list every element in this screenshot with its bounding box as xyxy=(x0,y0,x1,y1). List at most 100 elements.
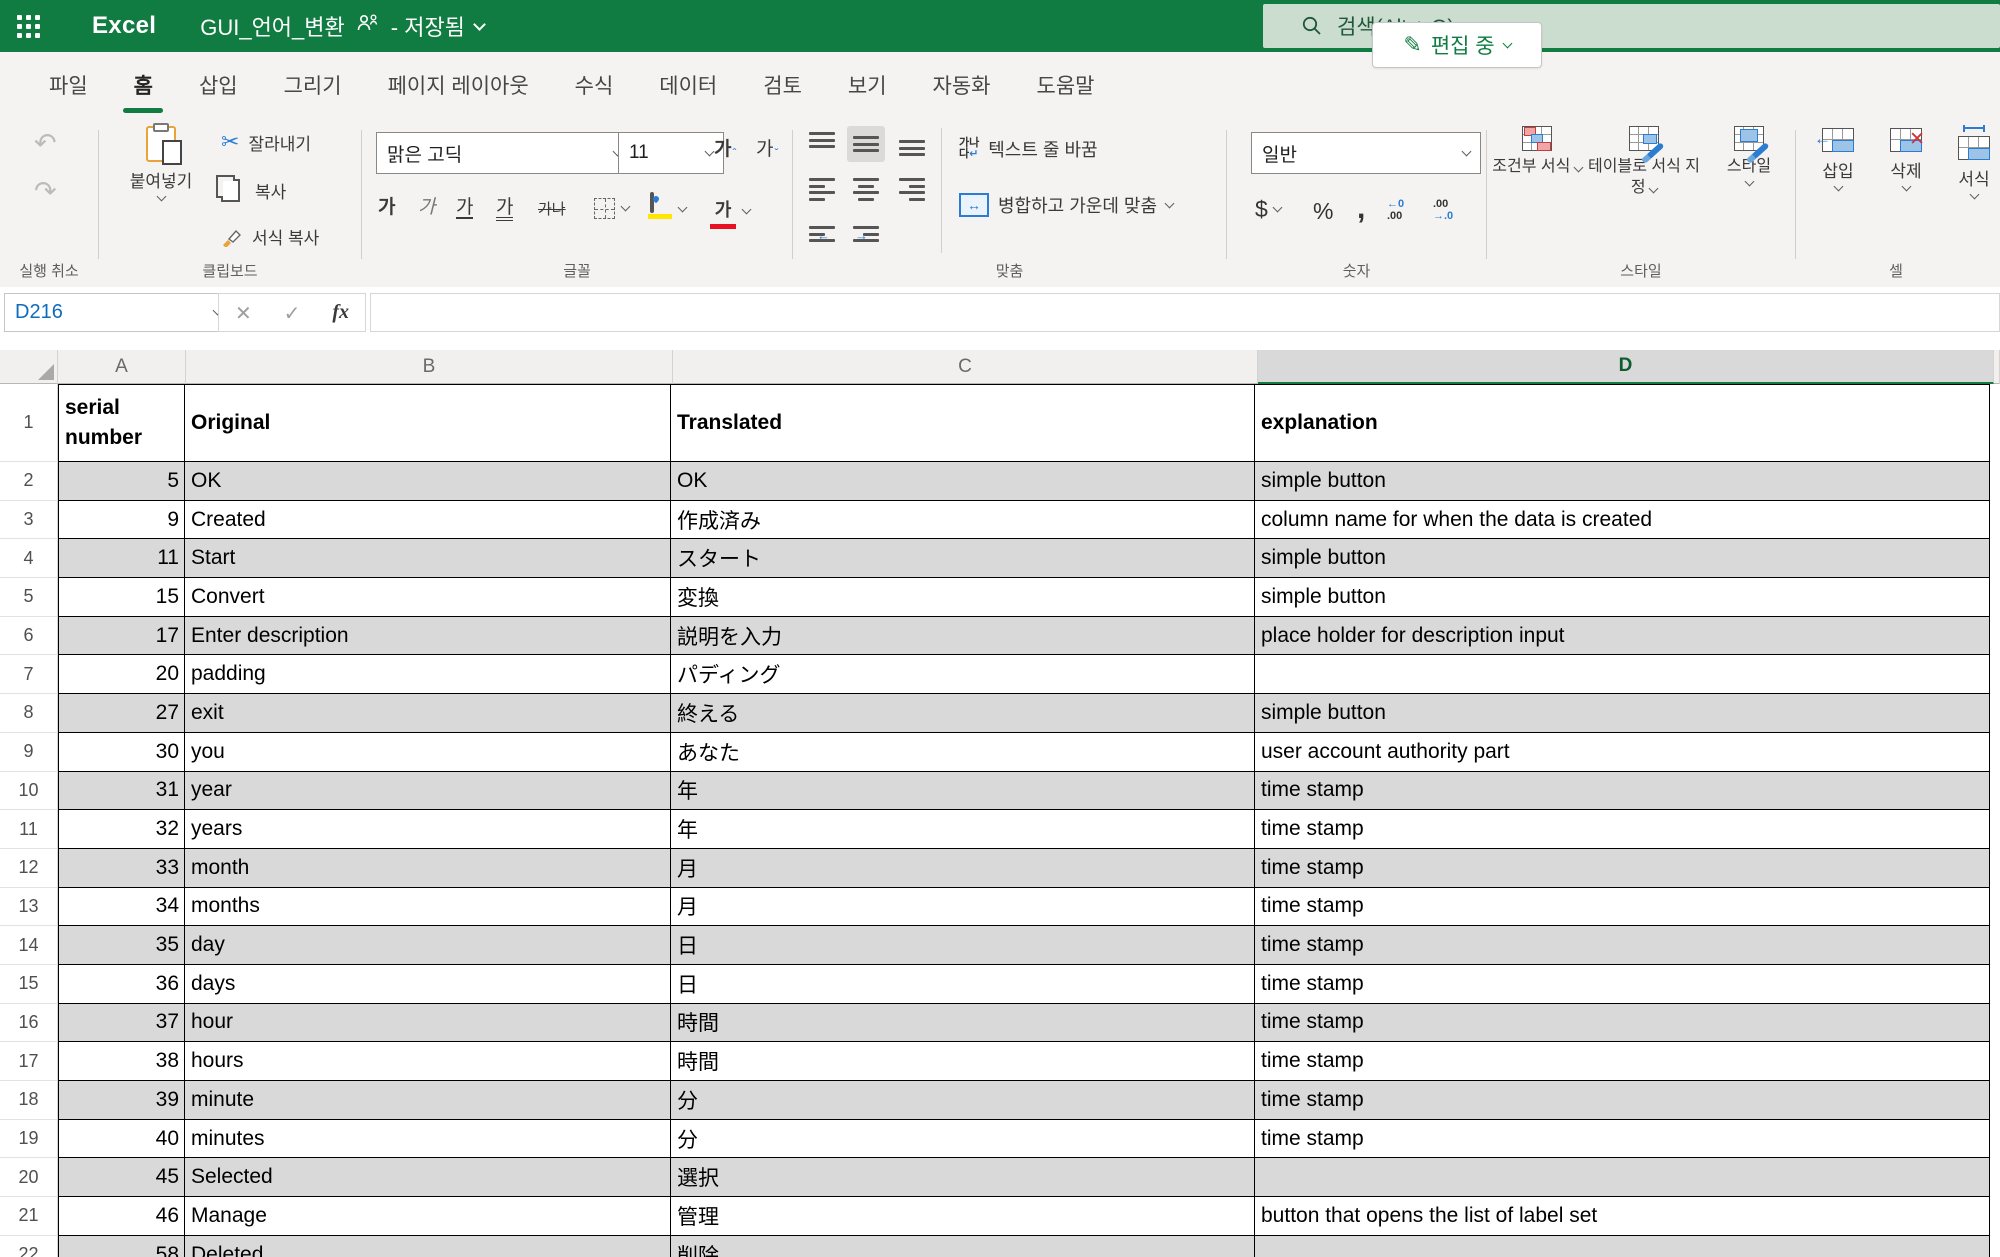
cell-translated[interactable]: 分 xyxy=(671,1081,1255,1120)
grow-font-button[interactable]: 가ˆ xyxy=(714,140,736,159)
cell-serial-number[interactable]: 20 xyxy=(58,655,185,694)
currency-format-button[interactable]: $ xyxy=(1255,196,1281,223)
cell-serial-number[interactable]: 35 xyxy=(58,926,185,965)
cell-serial-number[interactable]: 40 xyxy=(58,1120,185,1159)
cell-extra[interactable] xyxy=(1990,1158,2000,1197)
cell-original[interactable]: Convert xyxy=(185,578,671,617)
column-header-e-sliver[interactable] xyxy=(1994,350,2000,384)
number-format-dropdown[interactable]: 일반 xyxy=(1251,132,1481,174)
cell-explanation[interactable] xyxy=(1255,1158,1990,1197)
cell-explanation[interactable]: time stamp xyxy=(1255,1042,1990,1081)
redo-button[interactable]: ↷ xyxy=(34,178,57,205)
cell-serial-number[interactable]: 33 xyxy=(58,849,185,888)
wrap-text-button[interactable]: 가나 다↵ 텍스트 줄 바꿈 xyxy=(959,136,1098,162)
file-name[interactable]: GUI_언어_변환 xyxy=(200,10,345,42)
row-number[interactable]: 10 xyxy=(0,772,58,811)
cell-original[interactable]: Created xyxy=(185,501,671,540)
row-number[interactable]: 22 xyxy=(0,1236,58,1257)
format-painter-button[interactable]: 서식 복사 xyxy=(221,224,319,249)
cell-translated[interactable]: パディング xyxy=(671,655,1255,694)
cell-serial-number[interactable]: 9 xyxy=(58,501,185,540)
underline-button[interactable]: 가 xyxy=(456,198,473,219)
cell-serial-number[interactable]: 58 xyxy=(58,1236,185,1257)
format-cells-button[interactable]: 서식 xyxy=(1944,128,2000,198)
cell-original[interactable]: months xyxy=(185,888,671,927)
cell-translated[interactable]: 月 xyxy=(671,849,1255,888)
cell-explanation[interactable]: simple button xyxy=(1255,539,1990,578)
font-size-dropdown[interactable]: 11 xyxy=(618,132,724,174)
cell-explanation[interactable]: time stamp xyxy=(1255,810,1990,849)
tab-4[interactable]: 페이지 레이아웃 xyxy=(365,52,552,118)
cell-translated[interactable]: 管理 xyxy=(671,1197,1255,1236)
undo-button[interactable]: ↶ xyxy=(34,130,57,157)
cell-original[interactable]: Selected xyxy=(185,1158,671,1197)
cell-serial-number[interactable]: 36 xyxy=(58,965,185,1004)
formula-input[interactable] xyxy=(370,293,2000,332)
merge-center-button[interactable]: ↔ 병합하고 가운데 맞춤 xyxy=(959,192,1173,218)
cell-translated[interactable]: 年 xyxy=(671,810,1255,849)
cell-extra[interactable] xyxy=(1990,888,2000,927)
chevron-down-icon[interactable] xyxy=(473,18,486,31)
cell-extra[interactable] xyxy=(1990,578,2000,617)
decrease-decimal-button[interactable]: .00→.0 xyxy=(1433,198,1453,222)
cell-explanation[interactable] xyxy=(1255,655,1990,694)
align-right-button[interactable] xyxy=(899,178,925,201)
shrink-font-button[interactable]: 가ˇ xyxy=(756,140,778,159)
tab-9[interactable]: 자동화 xyxy=(910,52,1014,118)
cell-explanation[interactable]: time stamp xyxy=(1255,849,1990,888)
borders-button[interactable] xyxy=(594,198,629,219)
cell-original[interactable]: year xyxy=(185,772,671,811)
tab-5[interactable]: 수식 xyxy=(552,52,637,118)
cell-explanation[interactable]: time stamp xyxy=(1255,888,1990,927)
row-number[interactable]: 2 xyxy=(0,462,58,501)
align-center-button[interactable] xyxy=(853,178,879,201)
cell-extra[interactable] xyxy=(1990,655,2000,694)
cell-serial-number[interactable]: 32 xyxy=(58,810,185,849)
tab-8[interactable]: 보기 xyxy=(825,52,910,118)
cell-serial-number[interactable]: 45 xyxy=(58,1158,185,1197)
share-people-icon[interactable] xyxy=(355,13,381,39)
cell-serial-number[interactable]: 5 xyxy=(58,462,185,501)
tab-2[interactable]: 삽입 xyxy=(176,52,261,118)
editing-mode-button[interactable]: ✎ 편집 중 xyxy=(1372,22,1542,68)
cell-explanation[interactable]: time stamp xyxy=(1255,1120,1990,1159)
column-header-c[interactable]: C xyxy=(673,350,1258,384)
insert-cells-button[interactable]: ← 삽입 xyxy=(1808,128,1868,190)
column-header-a[interactable]: A xyxy=(58,350,186,384)
cell-original[interactable]: Start xyxy=(185,539,671,578)
row-number[interactable]: 1 xyxy=(0,384,58,462)
cell-original[interactable]: years xyxy=(185,810,671,849)
row-number[interactable]: 21 xyxy=(0,1197,58,1236)
cell-original[interactable]: hour xyxy=(185,1004,671,1043)
header-serial-number[interactable]: serial number xyxy=(58,384,185,462)
row-number[interactable]: 18 xyxy=(0,1081,58,1120)
cell-explanation[interactable]: time stamp xyxy=(1255,965,1990,1004)
cell-explanation[interactable]: place holder for description input xyxy=(1255,617,1990,656)
row-number[interactable]: 15 xyxy=(0,965,58,1004)
cell-explanation[interactable]: simple button xyxy=(1255,694,1990,733)
cell-original[interactable]: Enter description xyxy=(185,617,671,656)
row-number[interactable]: 20 xyxy=(0,1158,58,1197)
cell-serial-number[interactable]: 31 xyxy=(58,772,185,811)
cell-explanation[interactable]: simple button xyxy=(1255,462,1990,501)
cell-original[interactable]: minute xyxy=(185,1081,671,1120)
row-number[interactable]: 17 xyxy=(0,1042,58,1081)
cell-extra[interactable] xyxy=(1990,810,2000,849)
cell-explanation[interactable]: simple button xyxy=(1255,578,1990,617)
font-color-button[interactable]: 가 xyxy=(710,196,750,229)
cell-serial-number[interactable]: 17 xyxy=(58,617,185,656)
strikethrough-button[interactable]: 가나 xyxy=(538,202,566,217)
cell-explanation[interactable] xyxy=(1255,1236,1990,1257)
cell-extra[interactable] xyxy=(1990,694,2000,733)
tab-1[interactable]: 홈 xyxy=(111,52,176,118)
cell-styles-button[interactable]: 스타일 xyxy=(1709,126,1789,185)
cell-explanation[interactable]: time stamp xyxy=(1255,1004,1990,1043)
delete-cells-button[interactable]: ✕ 삭제 xyxy=(1876,128,1936,190)
cell-serial-number[interactable]: 27 xyxy=(58,694,185,733)
cell-original[interactable]: you xyxy=(185,733,671,772)
select-all-corner[interactable] xyxy=(0,350,58,384)
comma-format-button[interactable]: , xyxy=(1357,192,1365,226)
column-header-b[interactable]: B xyxy=(186,350,673,384)
row-number[interactable]: 11 xyxy=(0,810,58,849)
conditional-formatting-button[interactable]: 조건부 서식 xyxy=(1491,126,1583,177)
